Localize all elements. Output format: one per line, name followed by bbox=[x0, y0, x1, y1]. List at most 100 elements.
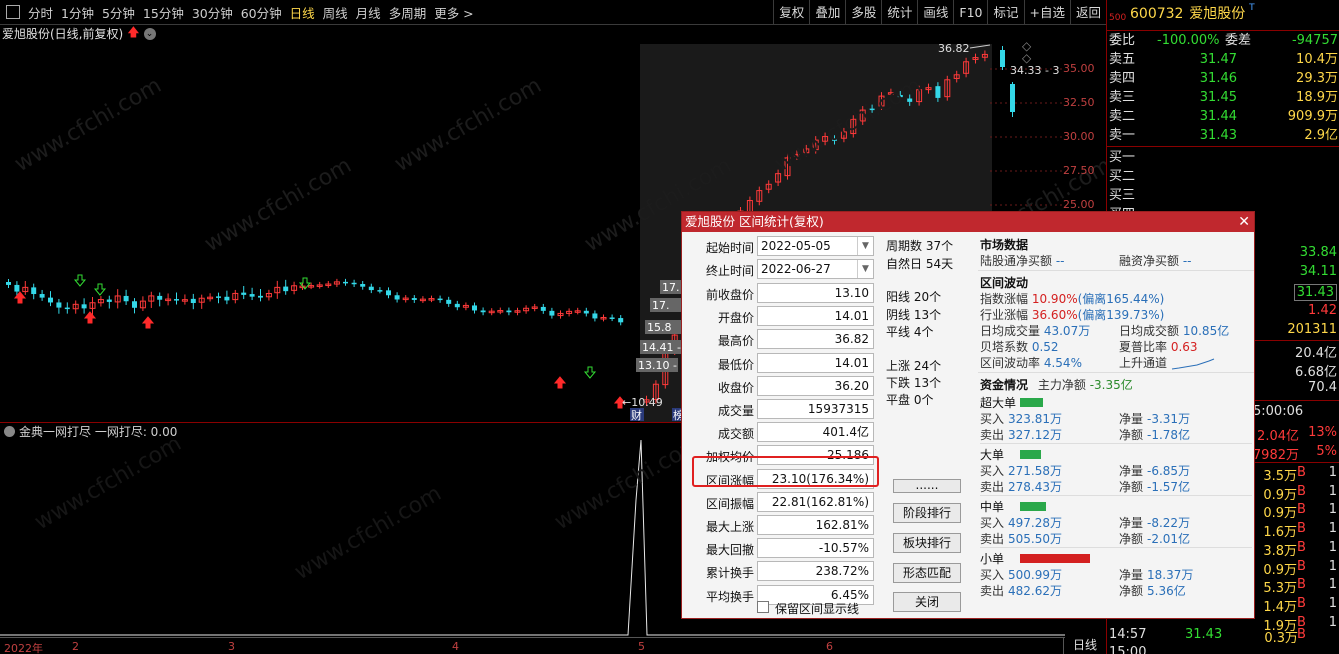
main-net-label: 主力净额 bbox=[1037, 378, 1086, 392]
keep-line-checkbox[interactable] bbox=[757, 601, 769, 613]
toolbar-button[interactable]: F10 bbox=[953, 0, 987, 25]
ask-label: 卖一 bbox=[1109, 128, 1136, 143]
candle-body bbox=[386, 290, 391, 296]
stock-title-text: 爱旭股份(日线,前复权) bbox=[2, 27, 124, 41]
dialog-title-bar[interactable]: 爱旭股份 区间统计(复权) ✕ bbox=[682, 212, 1254, 232]
field-value: 238.72% bbox=[757, 561, 874, 582]
dialog-button[interactable]: 关闭 bbox=[893, 592, 961, 612]
interval-stats-dialog[interactable]: 爱旭股份 区间统计(复权) ✕ 起始时间 2022-05-05 ▼ 终止时间 2… bbox=[681, 211, 1255, 619]
chevron-down-icon[interactable]: ⌄ bbox=[143, 27, 156, 40]
low-marker: ←10.49 bbox=[622, 396, 663, 409]
flow-amount: 2.04亿 bbox=[1257, 429, 1299, 444]
group-name: 大单 bbox=[980, 448, 1005, 462]
field-value: 14.01 bbox=[757, 306, 874, 327]
beta: 贝塔系数 0.52 bbox=[980, 338, 1059, 355]
toolbar-button[interactable]: 叠加 bbox=[809, 0, 845, 25]
buy-value: 500.99万 bbox=[1008, 568, 1063, 582]
group-bar bbox=[1020, 450, 1041, 459]
event-tag: 财 bbox=[631, 408, 642, 422]
market-title: 市场数据 bbox=[980, 238, 1029, 252]
candle-body bbox=[618, 318, 624, 323]
dialog-button[interactable]: 板块排行 bbox=[893, 533, 961, 553]
grid-icon[interactable] bbox=[6, 5, 20, 19]
period-tab[interactable]: 15分钟 bbox=[143, 3, 184, 22]
tick-volume: 3.8万 bbox=[1263, 543, 1297, 559]
price-label: 35.00 bbox=[1063, 62, 1095, 75]
end-date-picker[interactable]: 2022-06-27 ▼ bbox=[757, 259, 874, 279]
beta-value: 0.52 bbox=[1031, 340, 1059, 354]
toolbar-button[interactable]: 标记 bbox=[987, 0, 1023, 25]
field-value: 36.82 bbox=[757, 329, 874, 350]
toolbar-button[interactable]: 多股 bbox=[845, 0, 881, 25]
period-tab[interactable]: 多周期 bbox=[389, 3, 427, 22]
buy-label: 买入 bbox=[980, 568, 1005, 582]
chevron-down-icon[interactable]: ▼ bbox=[857, 260, 873, 278]
price-tag: 17. bbox=[662, 281, 680, 294]
candle-body bbox=[283, 286, 289, 292]
dialog-button[interactable]: 阶段排行 bbox=[893, 503, 961, 523]
last-marker: 34.33 - 3 bbox=[1010, 64, 1059, 77]
toolbar-button[interactable]: 画线 bbox=[917, 0, 953, 25]
toolbar-button[interactable]: 返回 bbox=[1069, 0, 1106, 25]
sell-label: 卖出 bbox=[980, 480, 1005, 494]
close-icon[interactable]: ✕ bbox=[1238, 212, 1250, 232]
flat-count: 平盘 0个 bbox=[886, 393, 934, 407]
period-tab[interactable]: 5分钟 bbox=[102, 3, 135, 22]
ask-volume: 909.9万 bbox=[1287, 109, 1338, 124]
period-tab[interactable]: 分时 bbox=[28, 3, 53, 22]
ask-row[interactable]: 卖二 31.44 909.9万 bbox=[1107, 107, 1339, 126]
ask-price: 31.46 bbox=[1199, 71, 1237, 86]
ask-row[interactable]: 卖四 31.46 29.3万 bbox=[1107, 69, 1339, 88]
t-badge-icon: T bbox=[1249, 3, 1255, 13]
quote-stat: 20.4亿 bbox=[1295, 346, 1337, 361]
sell-row: 卖出 327.12万 bbox=[980, 426, 1062, 443]
toolbar-button[interactable]: +自选 bbox=[1023, 0, 1070, 25]
bid-row[interactable]: 买二 bbox=[1107, 167, 1339, 186]
ask-row[interactable]: 卖一 31.43 2.9亿 bbox=[1107, 126, 1339, 145]
candle-body bbox=[174, 299, 179, 301]
ratio-value: -100.00% bbox=[1157, 33, 1220, 48]
period-tab[interactable]: 1分钟 bbox=[61, 3, 94, 22]
tick-side: B bbox=[1297, 465, 1306, 480]
red-up-arrow-icon: 🡅 bbox=[127, 25, 140, 39]
bid-row[interactable]: 买三 bbox=[1107, 186, 1339, 205]
net-qty-row: 净量 -6.85万 bbox=[1119, 462, 1190, 479]
dialog-button[interactable]: ...... bbox=[893, 479, 961, 493]
start-date-picker[interactable]: 2022-05-05 ▼ bbox=[757, 236, 874, 256]
toolbar-button[interactable]: 统计 bbox=[881, 0, 917, 25]
toolbar-button[interactable]: 复权 bbox=[773, 0, 809, 25]
ask-row[interactable]: 卖五 31.47 10.4万 bbox=[1107, 50, 1339, 69]
field-label: 成交额 bbox=[717, 427, 754, 442]
bid-row[interactable]: 买一 bbox=[1107, 148, 1339, 167]
watermark: www.cfchi.com bbox=[11, 73, 166, 177]
group-name: 小单 bbox=[980, 552, 1005, 566]
stock-name: 爱旭股份 bbox=[1189, 6, 1246, 22]
net-qty-label: 净量 bbox=[1119, 412, 1144, 426]
tick-volume: 0.3万 bbox=[1264, 631, 1298, 646]
period-tab[interactable]: 月线 bbox=[356, 3, 381, 22]
period-tab[interactable]: 30分钟 bbox=[192, 3, 233, 22]
candle-body bbox=[394, 295, 400, 300]
up-count: 上涨 24个 bbox=[886, 359, 942, 373]
tick-side: B bbox=[1297, 577, 1306, 593]
group-name: 中单 bbox=[980, 500, 1005, 514]
ask-volume: 18.9万 bbox=[1296, 90, 1338, 105]
ask-row[interactable]: 卖三 31.45 18.9万 bbox=[1107, 88, 1339, 107]
tick-count: 1 bbox=[1328, 558, 1337, 574]
period-button[interactable]: 日线 bbox=[1063, 637, 1106, 654]
period-tab[interactable]: 周线 bbox=[323, 3, 348, 22]
chevron-down-icon[interactable]: ▼ bbox=[857, 237, 873, 255]
period-tab[interactable]: 60分钟 bbox=[241, 3, 282, 22]
industry-value: 36.60% bbox=[1031, 308, 1078, 322]
period-tab[interactable]: 更多 > bbox=[434, 3, 473, 22]
dialog-button[interactable]: 形态匹配 bbox=[893, 563, 961, 583]
field-label: 累计换手 bbox=[705, 566, 754, 581]
period-tab[interactable]: 日线 bbox=[290, 3, 315, 22]
chevron-down-icon[interactable] bbox=[4, 426, 15, 437]
bid-label: 买一 bbox=[1109, 150, 1136, 165]
buy-arrow-icon bbox=[83, 311, 97, 324]
hk-connect: 陆股通净买额 -- bbox=[980, 252, 1065, 269]
tick-volume: 1.4万 bbox=[1263, 599, 1297, 615]
date-axis: 2022年 2 3 4 5 6 bbox=[0, 637, 1065, 654]
fund-group: 超大单 买入 323.81万 卖出 327.12万 净量 -3.31万 净额 -1.78亿 bbox=[980, 394, 1252, 444]
